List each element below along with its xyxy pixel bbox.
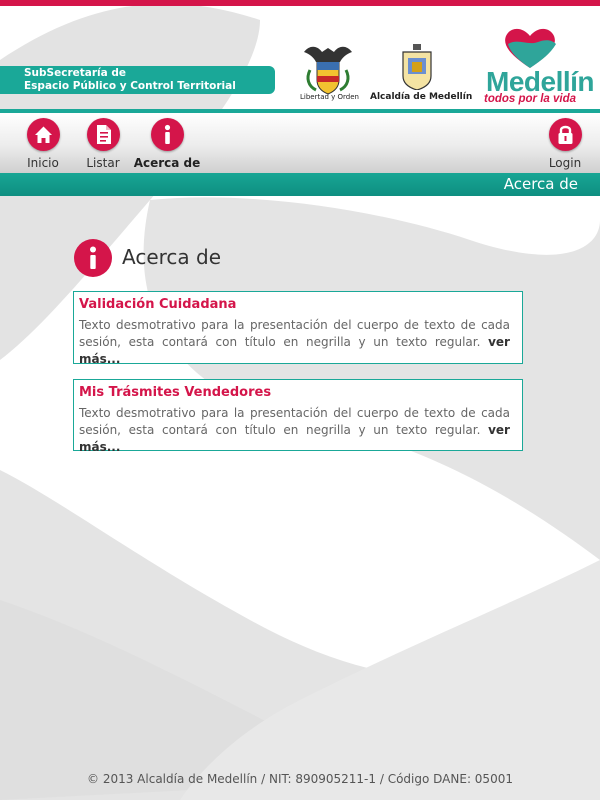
medellin-heart-logo	[505, 28, 556, 69]
info-icon	[74, 239, 112, 277]
card-body: Texto desmotrativo para la presentación …	[79, 405, 510, 456]
card-text: Texto desmotrativo para la presentación …	[79, 318, 510, 349]
nav-item-acerca-de[interactable]: Acerca de	[133, 118, 201, 170]
section-title-strip: Acerca de	[0, 173, 600, 196]
nav-label-inicio: Inicio	[27, 156, 59, 170]
medellin-slogan: todos por la vida	[484, 93, 577, 105]
section-title: Acerca de	[503, 175, 578, 193]
card-text: Texto desmotrativo para la presentación …	[79, 406, 510, 437]
top-accent-bar	[0, 0, 600, 6]
nav-label-login: Login	[548, 156, 582, 170]
main-nav-bar: Inicio Listar Acerca de Login	[0, 113, 600, 173]
page-title: Acerca de	[122, 245, 222, 269]
alcaldia-coat-of-arms-logo	[402, 44, 432, 90]
card-body: Texto desmotrativo para la presentación …	[79, 317, 510, 368]
department-banner: SubSecretaría de Espacio Público y Contr…	[0, 66, 275, 94]
document-list-icon	[86, 118, 120, 151]
card-title: Validación Cuidadana	[79, 297, 237, 312]
info-card: Mis Trásmites Vendedores Texto desmotrat…	[73, 379, 523, 454]
alcaldia-caption: Alcaldía de Medellín	[370, 92, 473, 102]
department-line-1: SubSecretaría de	[24, 67, 127, 79]
login-button[interactable]: Login	[535, 118, 595, 170]
info-icon	[150, 118, 184, 151]
lock-icon	[548, 118, 582, 151]
nav-item-listar[interactable]: Listar	[73, 118, 133, 170]
card-title: Mis Trásmites Vendedores	[79, 385, 272, 400]
nav-item-inicio[interactable]: Inicio	[13, 118, 73, 170]
department-line-2: Espacio Público y Control Territorial	[24, 80, 236, 92]
shield-caption: Libertad y Orden	[300, 93, 359, 101]
info-card: Validación Cuidadana Texto desmotrativo …	[73, 291, 523, 366]
footer-copyright: © 2013 Alcaldía de Medellín / NIT: 89090…	[87, 772, 513, 786]
nav-label-acerca-de: Acerca de	[133, 156, 201, 170]
home-icon	[26, 118, 60, 151]
nav-label-listar: Listar	[86, 156, 120, 170]
